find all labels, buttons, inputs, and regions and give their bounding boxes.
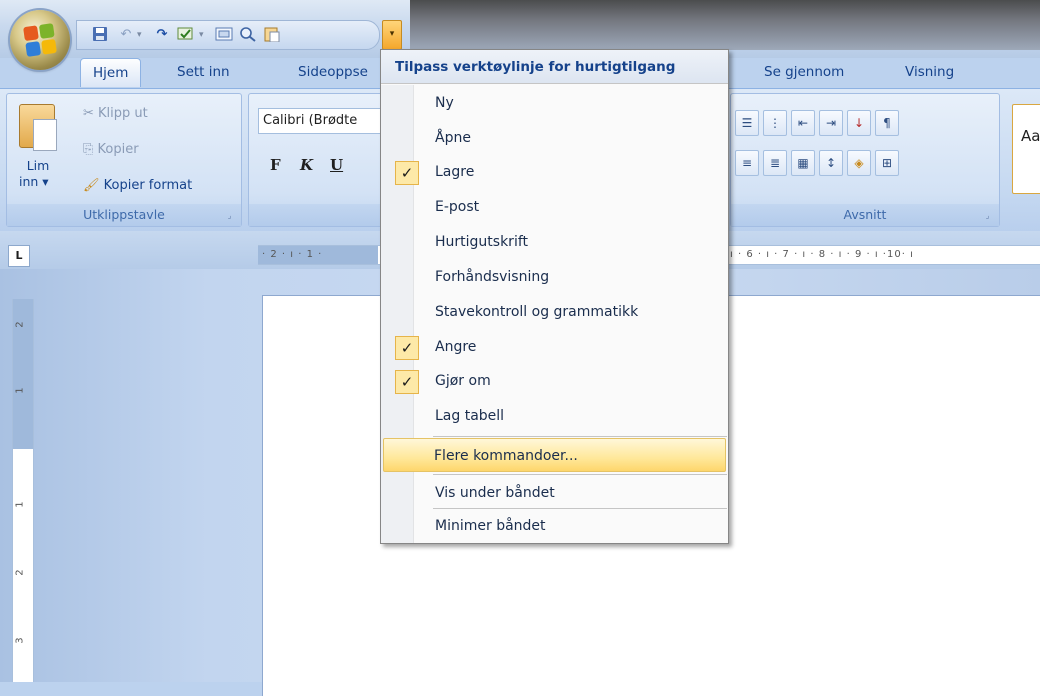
- menu-item-stavekontroll[interactable]: Stavekontroll og grammatikk: [383, 295, 726, 329]
- align-right-icon[interactable]: ≣: [763, 150, 787, 176]
- menu-item-apne[interactable]: Åpne: [383, 121, 726, 155]
- align-center-icon[interactable]: ≡: [735, 150, 759, 176]
- vruler-number: 1: [14, 501, 26, 508]
- cut-label: Klipp ut: [98, 106, 148, 121]
- checkmark-icon: ✓: [395, 161, 419, 185]
- vruler-number: 2: [14, 569, 26, 576]
- copy-label: Kopier: [97, 142, 139, 157]
- styles-gallery[interactable]: Aa: [1012, 104, 1040, 194]
- paste-large-icon[interactable]: [19, 104, 57, 151]
- dialog-launcher-icon[interactable]: ⌟: [224, 210, 235, 221]
- preview-icon[interactable]: [239, 26, 257, 44]
- menu-item-label: Angre: [435, 339, 477, 355]
- menu-separator: [433, 474, 727, 475]
- vruler-number: 3: [14, 637, 26, 644]
- save-icon[interactable]: [91, 26, 109, 44]
- office-logo-icon: [23, 23, 57, 57]
- menu-item-label: Ny: [435, 95, 454, 111]
- shading-icon[interactable]: ◈: [847, 150, 871, 176]
- menu-item-label: Flere kommandoer...: [434, 448, 578, 464]
- menu-item-angre[interactable]: ✓ Angre: [383, 330, 726, 364]
- customize-quick-access-button[interactable]: ▾: [382, 20, 402, 50]
- paragraph-group-label: Avsnitt: [731, 204, 999, 226]
- tab-sett-inn[interactable]: Sett inn: [165, 58, 242, 86]
- title-bar-background: [410, 0, 1040, 50]
- font-group-label: [249, 204, 389, 226]
- menu-item-label: Forhåndsvisning: [435, 269, 550, 285]
- menu-separator: [433, 436, 727, 437]
- increase-indent-icon[interactable]: ⇥: [819, 110, 843, 136]
- menu-item-label: Åpne: [435, 130, 471, 146]
- customize-quick-access-menu: Tilpass verktøylinje for hurtigtilgang N…: [380, 49, 729, 544]
- menu-item-label: Lag tabell: [435, 408, 505, 424]
- spelling-icon[interactable]: [177, 26, 195, 44]
- menu-item-label: Gjør om: [435, 373, 491, 389]
- undo-icon[interactable]: ↶: [117, 26, 135, 44]
- ruler-left-text: · 2 · ı · 1 ·: [262, 249, 323, 260]
- checkmark-icon: ✓: [395, 370, 419, 394]
- tab-se-gjennom[interactable]: Se gjennom: [752, 58, 856, 86]
- borders-icon[interactable]: ⊞: [875, 150, 899, 176]
- underline-button[interactable]: U: [330, 152, 343, 178]
- copy-icon: ⎘: [83, 142, 98, 157]
- vruler-number: 2: [14, 321, 26, 328]
- menu-item-flere-kommandoer[interactable]: Flere kommandoer...: [383, 438, 726, 472]
- ruler-right-text: ı · 6 · ı · 7 · ı · 8 · ı · 9 · ı ·10· ı: [730, 249, 914, 260]
- redo-icon[interactable]: ↷: [153, 26, 171, 44]
- clipboard-group-label: Utklippstavle: [7, 204, 241, 226]
- menu-item-label: E-post: [435, 199, 480, 215]
- menu-item-lagre[interactable]: ✓ Lagre: [383, 155, 726, 189]
- format-painter-button[interactable]: 🖌 Kopier format: [83, 176, 192, 196]
- cut-button[interactable]: ✂ Klipp ut: [83, 104, 148, 124]
- brush-icon: 🖌: [83, 178, 104, 193]
- sort-icon[interactable]: ↓: [847, 110, 871, 136]
- tab-hjem[interactable]: Hjem: [80, 58, 142, 87]
- tab-selector-button[interactable]: L: [8, 245, 30, 267]
- paragraph-group: ☰ ⋮ ⇤ ⇥ ↓ ¶ ≡ ≣ ▦ ↕ ◈ ⊞ Avsnitt ⌟: [730, 93, 1000, 227]
- clipboard-group: Lim inn ▾ ✂ Klipp ut ⎘ Kopier 🖌 Kopier f…: [6, 93, 242, 227]
- spelling-dropdown-icon[interactable]: ▾: [199, 30, 204, 40]
- style-sample: Aa: [1021, 127, 1040, 145]
- paste-icon[interactable]: [263, 26, 281, 44]
- menu-item-vis-under-bandet[interactable]: Vis under båndet: [383, 476, 726, 510]
- bold-button[interactable]: F: [270, 152, 281, 178]
- menu-item-label: Lagre: [435, 164, 475, 180]
- menu-item-label: Minimer båndet: [435, 518, 546, 534]
- menu-item-label: Hurtigutskrift: [435, 234, 529, 250]
- menu-title: Tilpass verktøylinje for hurtigtilgang: [381, 50, 728, 84]
- menu-item-minimer-bandet[interactable]: Minimer båndet: [383, 509, 726, 543]
- line-spacing-icon[interactable]: ↕: [819, 150, 843, 176]
- paragraph-row-2: ≡ ≣ ▦ ↕ ◈ ⊞: [735, 150, 899, 176]
- justify-icon[interactable]: ▦: [791, 150, 815, 176]
- menu-item-hurtigutskrift[interactable]: Hurtigutskrift: [383, 225, 726, 259]
- menu-item-label: Stavekontroll og grammatikk: [435, 304, 639, 320]
- vertical-ruler[interactable]: 2 1 1 2 3: [12, 299, 34, 682]
- pilcrow-icon[interactable]: ¶: [875, 110, 899, 136]
- quick-access-toolbar: ↶ ▾ ↷ ▾: [76, 20, 380, 50]
- undo-dropdown-icon[interactable]: ▾: [137, 30, 142, 40]
- window-icon[interactable]: [215, 26, 233, 44]
- menu-item-label: Vis under båndet: [435, 485, 555, 501]
- decrease-indent-icon[interactable]: ⇤: [791, 110, 815, 136]
- office-button[interactable]: [10, 10, 70, 70]
- menu-item-lag-tabell[interactable]: Lag tabell: [383, 399, 726, 433]
- scissors-icon: ✂: [83, 106, 99, 121]
- tab-visning[interactable]: Visning: [893, 58, 966, 86]
- menu-item-e-post[interactable]: E-post: [383, 190, 726, 224]
- tab-sideoppsett[interactable]: Sideoppse: [286, 58, 380, 86]
- menu-item-forhandsvisning[interactable]: Forhåndsvisning: [383, 260, 726, 294]
- copy-button[interactable]: ⎘ Kopier: [83, 140, 139, 160]
- chevron-down-icon: ▾: [389, 29, 395, 39]
- bullets-icon[interactable]: ☰: [735, 110, 759, 136]
- dialog-launcher-icon[interactable]: ⌟: [982, 210, 993, 221]
- multilevel-list-icon[interactable]: ⋮: [763, 110, 787, 136]
- checkmark-icon: ✓: [395, 336, 419, 360]
- paragraph-row-1: ☰ ⋮ ⇤ ⇥ ↓ ¶: [735, 110, 899, 136]
- format-painter-label: Kopier format: [103, 178, 193, 193]
- italic-button[interactable]: K: [300, 152, 313, 178]
- paste-dropdown-label[interactable]: inn ▾: [19, 172, 49, 192]
- menu-item-ny[interactable]: Ny: [383, 86, 726, 120]
- menu-item-gjor-om[interactable]: ✓ Gjør om: [383, 364, 726, 398]
- vruler-number: 1: [14, 387, 26, 394]
